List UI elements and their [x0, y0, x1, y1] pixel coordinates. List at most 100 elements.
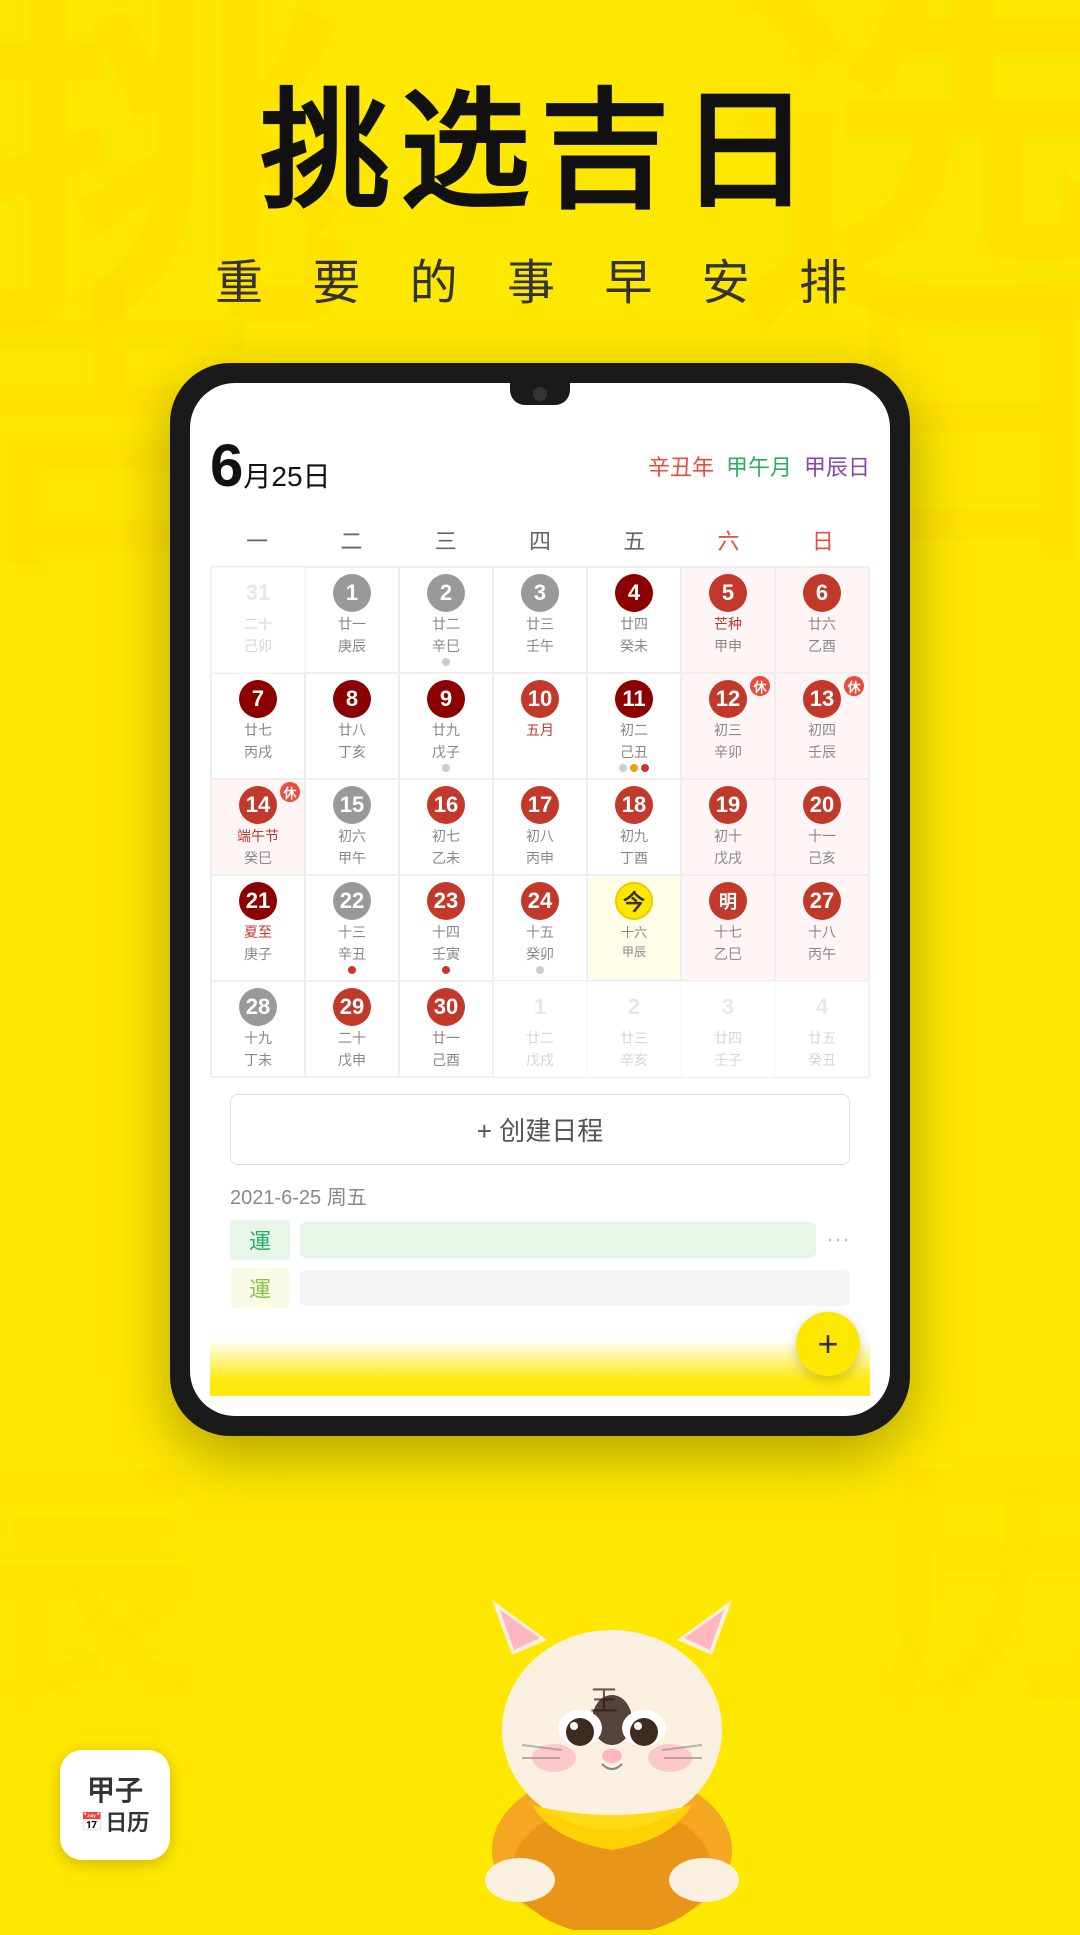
day-number: 29 [333, 988, 371, 1026]
day-number: 23 [427, 882, 465, 920]
cal-day-16[interactable]: 16 初七 乙未 [399, 779, 493, 875]
bottom-overlay [210, 1316, 870, 1396]
date-month: 6 [210, 432, 243, 499]
day-number: 2 [427, 574, 465, 612]
day-ganzhi: 乙未 [432, 848, 460, 868]
day-ganzhi: 癸丑 [808, 1050, 836, 1070]
cal-day-22[interactable]: 22 十三 辛丑 [305, 875, 399, 981]
cal-day-25-today[interactable]: 今 十六 甲辰 [587, 875, 681, 981]
cal-day-3[interactable]: 3 廿三 壬午 [493, 567, 587, 673]
title-area: 挑选吉日 重 要 的 事 早 安 排 [215, 80, 865, 313]
event-dot [619, 764, 627, 772]
calendar-grid: 31 二十 己卯 1 廿一 庚辰 2 廿二 辛巳 [210, 566, 870, 1078]
day-ganzhi: 甲辰 [622, 943, 646, 960]
cal-day-24[interactable]: 24 十五 癸卯 [493, 875, 587, 981]
day-lunar: 初三 [714, 720, 742, 740]
cal-day-15[interactable]: 15 初六 甲午 [305, 779, 399, 875]
day-number: 21 [239, 882, 277, 920]
cal-day-13[interactable]: 休 13 初四 壬辰 [775, 673, 869, 779]
day-lunar: 初九 [620, 826, 648, 846]
cal-day-7[interactable]: 7 廿七 丙戌 [211, 673, 305, 779]
day-ganzhi: 丙申 [526, 848, 554, 868]
day-number: 12 [709, 680, 747, 718]
cal-day-ming[interactable]: 明 十七 乙巳 [681, 875, 775, 981]
day-lunar: 廿一 [432, 1028, 460, 1048]
schedule-bar2 [300, 1270, 850, 1306]
day-ganzhi: 戊戌 [714, 848, 742, 868]
app-logo-sub: 日历 [105, 1809, 149, 1838]
cal-day-30[interactable]: 30 廿一 己酉 [399, 981, 493, 1077]
cal-day-10[interactable]: 10 五月 [493, 673, 587, 779]
day-lunar: 廿六 [808, 614, 836, 634]
fab-plus-button[interactable]: + [796, 1312, 860, 1376]
cal-day-12[interactable]: 休 12 初三 辛卯 [681, 673, 775, 779]
cal-day-1-next[interactable]: 1 廿二 戊戌 [493, 981, 587, 1077]
svg-text:王: 王 [590, 1686, 618, 1717]
day-number: 24 [521, 882, 559, 920]
day-lunar: 十五 [526, 922, 554, 942]
cal-day-4-next[interactable]: 4 廿五 癸丑 [775, 981, 869, 1077]
day-number: 今 [615, 882, 653, 920]
day-number: 15 [333, 786, 371, 824]
phone-notch [510, 383, 570, 405]
day-ganzhi: 庚子 [244, 944, 272, 964]
event-dot [348, 966, 356, 974]
cal-day-1[interactable]: 1 廿一 庚辰 [305, 567, 399, 673]
schedule-date: 2021-6-25 周五 [230, 1181, 850, 1210]
cal-day-31-prev[interactable]: 31 二十 己卯 [211, 567, 305, 673]
day-ganzhi: 辛巳 [432, 636, 460, 656]
day-lunar: 初二 [620, 720, 648, 740]
cal-day-5[interactable]: 5 芒种 甲申 [681, 567, 775, 673]
cal-day-14[interactable]: 休 14 端午节 癸巳 [211, 779, 305, 875]
schedule-item-yun2: 運 [230, 1268, 850, 1308]
day-number: 11 [615, 680, 653, 718]
create-schedule-button[interactable]: + 创建日程 [230, 1094, 850, 1165]
day-number: 14 [239, 786, 277, 824]
date-suffix: 月25日 [243, 461, 330, 492]
day-number: 18 [615, 786, 653, 824]
cal-day-8[interactable]: 8 廿八 丁亥 [305, 673, 399, 779]
weekday-thu: 四 [493, 520, 587, 560]
day-ganzhi: 辛丑 [338, 944, 366, 964]
cal-day-27[interactable]: 27 十八 丙午 [775, 875, 869, 981]
cal-day-2-next[interactable]: 2 廿三 辛亥 [587, 981, 681, 1077]
cal-day-19[interactable]: 19 初十 戊戌 [681, 779, 775, 875]
cal-day-17[interactable]: 17 初八 丙申 [493, 779, 587, 875]
cal-day-20[interactable]: 20 十一 己亥 [775, 779, 869, 875]
day-lunar: 十八 [808, 922, 836, 942]
event-dot [536, 966, 544, 974]
day-ganzhi: 丁未 [244, 1050, 272, 1070]
day-lunar: 二十 [244, 614, 272, 634]
day-number: 5 [709, 574, 747, 612]
day-ganzhi: 甲申 [714, 636, 742, 656]
cal-day-9[interactable]: 9 廿九 戊子 [399, 673, 493, 779]
cal-day-4[interactable]: 4 廿四 癸未 [587, 567, 681, 673]
day-special: 端午节 [237, 826, 279, 846]
cal-day-23[interactable]: 23 十四 壬寅 [399, 875, 493, 981]
day-ganzhi: 癸巳 [244, 848, 272, 868]
schedule-more-icon[interactable]: ··· [826, 1226, 850, 1254]
day-ganzhi: 丁亥 [338, 742, 366, 762]
day-ganzhi: 己酉 [432, 1050, 460, 1070]
cal-day-21[interactable]: 21 夏至 庚子 [211, 875, 305, 981]
day-lunar: 十七 [714, 922, 742, 942]
calendar-header: 6月25日 辛丑年 甲午月 甲辰日 [210, 413, 870, 500]
cal-day-2[interactable]: 2 廿二 辛巳 [399, 567, 493, 673]
cal-day-3-next[interactable]: 3 廿四 壬子 [681, 981, 775, 1077]
day-lunar: 初六 [338, 826, 366, 846]
day-number: 明 [709, 882, 747, 920]
day-ganzhi: 甲午 [338, 848, 366, 868]
sub-title: 重 要 的 事 早 安 排 [215, 243, 865, 313]
cal-day-28[interactable]: 28 十九 丁未 [211, 981, 305, 1077]
day-ganzhi: 壬子 [714, 1050, 742, 1070]
event-dot [630, 764, 638, 772]
cal-day-11[interactable]: 11 初二 己丑 [587, 673, 681, 779]
day-ganzhi: 癸未 [620, 636, 648, 656]
cal-day-18[interactable]: 18 初九 丁酉 [587, 779, 681, 875]
lunar-month: 甲午月 [726, 450, 792, 482]
cal-day-29[interactable]: 29 二十 戊申 [305, 981, 399, 1077]
day-number: 30 [427, 988, 465, 1026]
cal-day-6[interactable]: 6 廿六 乙酉 [775, 567, 869, 673]
day-number: 27 [803, 882, 841, 920]
day-number: 28 [239, 988, 277, 1026]
